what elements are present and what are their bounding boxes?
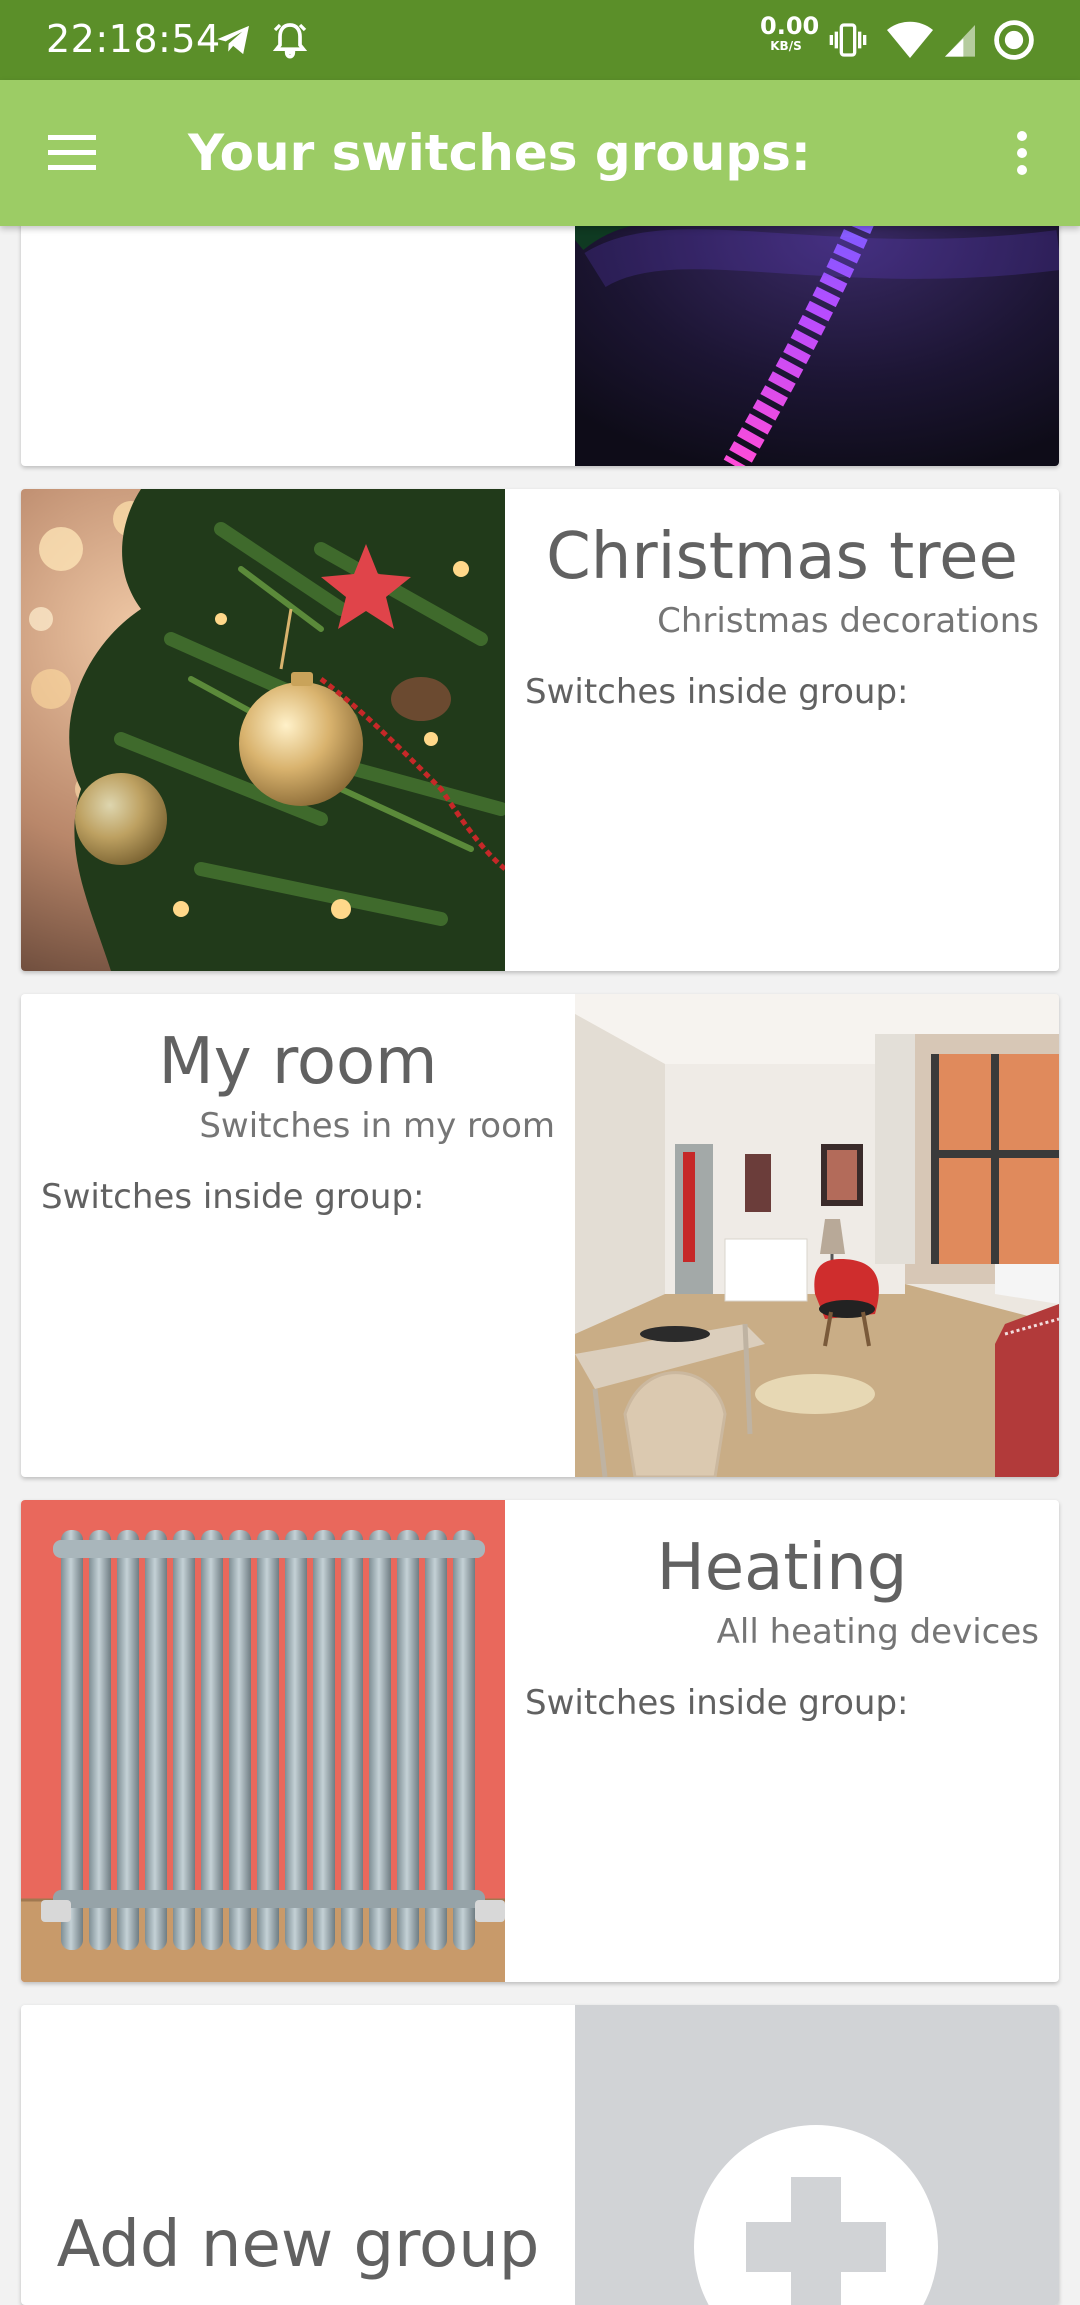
add-circle-icon[interactable] [694, 2125, 938, 2305]
group-subtitle: Christmas decorations [657, 601, 1039, 641]
group-card-text: My room Switches in my room Switches ins… [21, 994, 575, 1477]
vibrate-icon [828, 20, 868, 60]
group-subtitle: Switches in my room [199, 1106, 555, 1146]
group-title: Christmas tree [546, 520, 1018, 594]
net-speed-indicator: 0.00 KB/S [760, 12, 820, 53]
add-group-text: Add new group [21, 2005, 575, 2305]
radiator-photo [21, 1500, 505, 1982]
telegram-icon [214, 20, 254, 60]
switches-inside-label: Switches inside group: [525, 1683, 909, 1723]
group-card-my-room[interactable]: My room Switches in my room Switches ins… [21, 994, 1059, 1477]
signal-icon [940, 20, 980, 60]
group-title: Heating [656, 1531, 908, 1605]
status-time: 22:18:54 [46, 17, 221, 61]
switches-inside-label: Switches inside group: [41, 1177, 425, 1217]
group-title: My room [158, 1025, 438, 1099]
christmas-tree-photo [21, 489, 505, 971]
net-speed-unit: KB/S [770, 39, 802, 53]
hamburger-menu-icon[interactable] [38, 123, 106, 183]
sync-icon [992, 18, 1036, 62]
room-interior-photo [575, 994, 1059, 1477]
group-subtitle: All heating devices [716, 1612, 1039, 1652]
status-bar: 22:18:54 0.00 KB/S [0, 0, 1080, 80]
switches-inside-label: Switches inside group: [525, 672, 909, 712]
add-group-label: Add new group [56, 2208, 540, 2282]
add-group-card[interactable]: Add new group [21, 2005, 1059, 2305]
group-card-text: Heating All heating devices Switches ins… [505, 1500, 1059, 1982]
app-bar: Your switches groups: [0, 80, 1080, 226]
wifi-icon [886, 20, 934, 60]
alarm-icon [270, 20, 310, 60]
group-card-christmas-tree[interactable]: Christmas tree Christmas decorations Swi… [21, 489, 1059, 971]
page-title: Your switches groups: [188, 124, 811, 182]
net-speed-value: 0.00 [760, 12, 820, 40]
add-group-image [575, 2005, 1059, 2305]
group-card-heating[interactable]: Heating All heating devices Switches ins… [21, 1500, 1059, 1982]
more-vert-icon[interactable] [996, 123, 1048, 183]
group-card-text: Christmas tree Christmas decorations Swi… [505, 489, 1059, 971]
